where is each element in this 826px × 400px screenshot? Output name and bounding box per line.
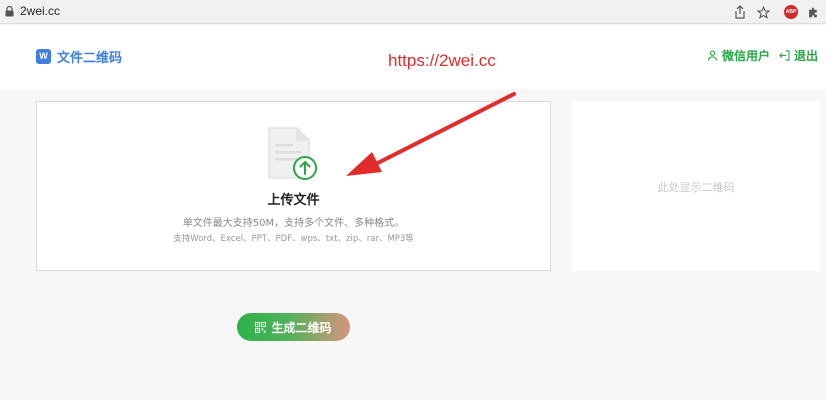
upload-title: 上传文件 [267, 193, 320, 208]
upload-formats: 支持Word、Excel、PPT、PDF、wps、txt、zip、rar、MP3… [173, 234, 414, 244]
logo-text: 文件二维码 [57, 50, 123, 66]
logo-mark-icon: W [36, 48, 51, 64]
adblock-badge: ABP [784, 5, 798, 19]
file-upload-icon [268, 127, 317, 180]
address-bar-url[interactable]: 2wei.cc [20, 4, 60, 18]
logout-icon [779, 50, 790, 61]
adblock-icon[interactable]: ABP [783, 4, 799, 20]
qr-preview-panel: 此处显示二维码 [572, 101, 820, 271]
generate-qr-label: 生成二维码 [271, 320, 332, 335]
annotation-arrow-icon [346, 92, 516, 176]
lock-icon [5, 6, 14, 17]
browser-toolbar: 2wei.cc ABP [0, 0, 826, 24]
annotation-url-text: https://2wei.cc [388, 51, 496, 70]
puzzle-icon[interactable] [805, 4, 821, 20]
share-icon[interactable] [732, 4, 748, 20]
site-logo[interactable]: W 文件二维码 [36, 47, 123, 66]
user-label: 微信用户 [722, 49, 771, 63]
generate-qr-button[interactable]: 生成二维码 [237, 313, 350, 341]
qr-code-icon [255, 321, 267, 333]
user-menu[interactable]: 微信用户 [707, 47, 770, 64]
upload-description: 单文件最大支持50M，支持多个文件、多种格式。 [182, 218, 405, 229]
star-icon[interactable] [755, 4, 771, 20]
user-icon [707, 50, 718, 61]
logout-button[interactable]: 退出 [778, 47, 818, 64]
logout-label: 退出 [794, 49, 819, 63]
qr-placeholder-text: 此处显示二维码 [657, 181, 735, 194]
